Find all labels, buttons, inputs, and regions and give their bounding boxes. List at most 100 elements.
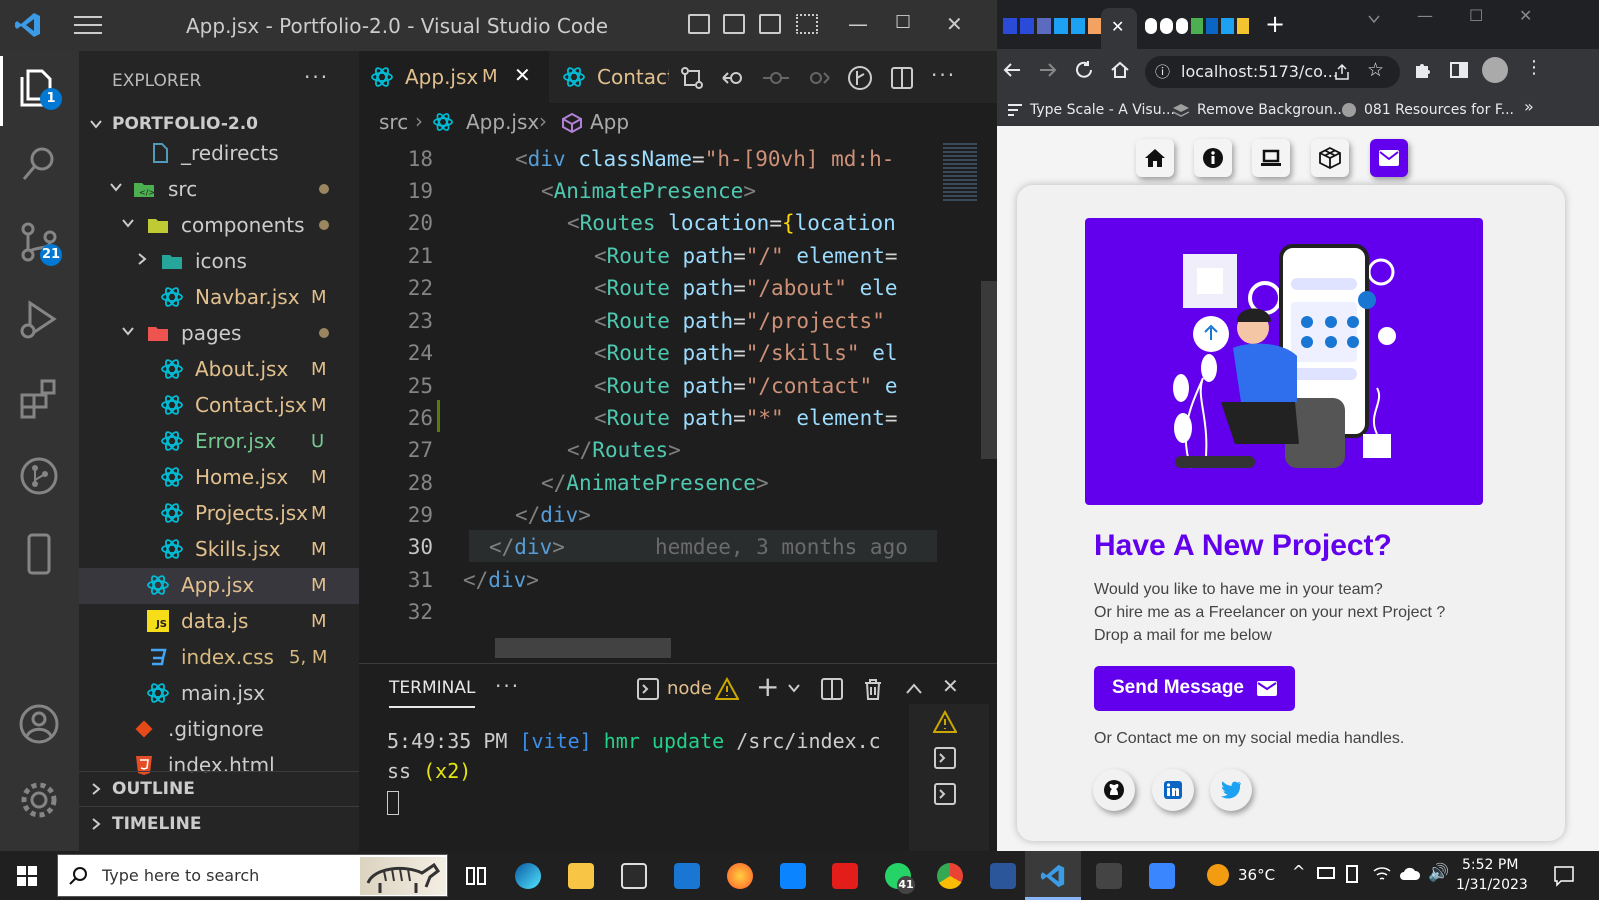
terminal-icon[interactable] <box>933 746 957 770</box>
tree-item-error[interactable]: Error.jsx U <box>79 424 359 460</box>
tab-close-icon[interactable]: ✕ <box>514 63 531 87</box>
breadcrumb-symbol[interactable]: App <box>590 110 629 134</box>
toggle-panel-icon[interactable] <box>723 14 745 34</box>
photos-icon[interactable] <box>1149 863 1175 889</box>
toggle-sidebar-icon[interactable] <box>688 14 710 34</box>
panel-more-icon[interactable]: ··· <box>495 674 520 698</box>
editor-scrollbar[interactable] <box>981 281 997 459</box>
git-lens-icon[interactable] <box>847 65 873 91</box>
trash-icon[interactable] <box>861 677 885 701</box>
notifications-icon[interactable] <box>1553 865 1575 887</box>
linkedin-link[interactable] <box>1152 769 1194 811</box>
nav-skills-button[interactable] <box>1311 139 1349 177</box>
back-icon[interactable] <box>1001 59 1023 81</box>
word-icon[interactable] <box>990 863 1016 889</box>
tree-item-about[interactable]: About.jsx M <box>79 352 359 388</box>
reload-icon[interactable] <box>1073 59 1095 81</box>
file-explorer-icon[interactable] <box>568 863 594 889</box>
vscode-logo-icon[interactable] <box>14 11 42 39</box>
bookmark-item[interactable]: Remove Backgroun... <box>1172 101 1346 121</box>
tree-item-contact[interactable]: Contact.jsx M <box>79 388 359 424</box>
app-icon[interactable] <box>780 863 806 889</box>
nav-contact-button[interactable] <box>1370 139 1408 177</box>
next-change-icon[interactable] <box>805 65 831 91</box>
profile-avatar[interactable] <box>1482 57 1508 83</box>
run-debug-icon[interactable] <box>16 297 62 343</box>
share-icon[interactable] <box>1333 63 1351 81</box>
background-tabs[interactable] <box>1145 18 1249 40</box>
info-icon[interactable]: ⓘ <box>1155 61 1170 82</box>
address-bar[interactable]: ⓘ localhost:5173/co... ☆ <box>1145 56 1400 88</box>
toggle-secondary-sidebar-icon[interactable] <box>759 14 781 34</box>
tree-item-skills[interactable]: Skills.jsx M <box>79 532 359 568</box>
firefox-icon[interactable] <box>727 863 753 889</box>
vscode-taskbar-button[interactable] <box>1025 851 1081 900</box>
tree-item-index-css[interactable]: index.css 5, M <box>79 640 359 676</box>
more-actions-icon[interactable]: ··· <box>931 63 956 87</box>
split-editor-icon[interactable] <box>889 65 915 91</box>
tree-item-data[interactable]: JS data.js M <box>79 604 359 640</box>
maximize-panel-icon[interactable] <box>904 679 924 699</box>
task-view-icon[interactable] <box>463 863 489 889</box>
pinned-tabs[interactable] <box>1003 18 1103 40</box>
mail-app-icon[interactable] <box>674 863 700 889</box>
chevron-up-icon[interactable]: ^ <box>1292 862 1305 881</box>
open-changes-icon[interactable] <box>679 65 705 91</box>
terminal-icon[interactable] <box>933 782 957 806</box>
settings-gear-icon[interactable] <box>16 777 62 823</box>
active-tab[interactable]: ✕ <box>1101 8 1137 49</box>
timeline-section[interactable]: TIMELINE <box>79 806 359 840</box>
side-panel-icon[interactable] <box>1449 60 1469 80</box>
clock-date[interactable]: 1/31/2023 <box>1456 877 1528 893</box>
chrome-menu-icon[interactable]: ⋮ <box>1525 57 1543 78</box>
tab-close-icon[interactable]: ✕ <box>1111 17 1124 36</box>
tree-item-src[interactable]: </> src <box>79 172 359 208</box>
tree-item-icons[interactable]: icons <box>79 244 359 280</box>
extensions-puzzle-icon[interactable] <box>1413 60 1433 80</box>
terminal-shell-name[interactable]: node <box>667 678 712 699</box>
wps-office-icon[interactable] <box>832 863 858 889</box>
tree-item-main[interactable]: main.jsx <box>79 676 359 712</box>
project-folder[interactable]: PORTFOLIO-2.0 <box>79 109 359 139</box>
close-panel-icon[interactable]: ✕ <box>942 674 959 698</box>
home-icon[interactable] <box>1109 59 1131 81</box>
minimize-icon[interactable]: — <box>1417 6 1433 25</box>
customize-layout-icon[interactable] <box>796 14 818 34</box>
commit-icon[interactable] <box>763 65 789 91</box>
maximize-icon[interactable]: ☐ <box>1469 6 1483 25</box>
tree-item-components[interactable]: components <box>79 208 359 244</box>
bookmark-item[interactable]: 081 Resources for F... <box>1341 101 1521 121</box>
extensions-icon[interactable] <box>16 375 62 421</box>
twitter-link[interactable] <box>1210 769 1252 811</box>
account-icon[interactable] <box>16 701 62 747</box>
code-editor[interactable]: 18 19 20 21 22 23 24 25 26 27 28 29 30 3… <box>359 141 937 661</box>
nav-about-button[interactable] <box>1194 139 1232 177</box>
forward-icon[interactable] <box>1037 59 1059 81</box>
new-terminal-icon[interactable]: + <box>756 670 779 703</box>
tree-item-pages[interactable]: pages <box>79 316 359 352</box>
device-icon[interactable] <box>1346 865 1358 883</box>
hamburger-menu-icon[interactable] <box>74 16 102 34</box>
terminal-output[interactable]: 5:49:35 PM [vite] hmr update /src/index.… <box>387 726 881 816</box>
minimize-icon[interactable]: — <box>848 12 868 36</box>
tree-item-navbar[interactable]: Navbar.jsx M <box>79 280 359 316</box>
github-link[interactable] <box>1093 769 1135 811</box>
battery-icon[interactable] <box>1317 867 1335 879</box>
send-message-button[interactable]: Send Message <box>1094 666 1295 711</box>
search-icon[interactable] <box>16 141 62 187</box>
volume-icon[interactable]: 🔊 <box>1428 863 1449 883</box>
git-graph-icon[interactable] <box>16 453 62 499</box>
breadcrumb-folder[interactable]: src <box>379 110 408 134</box>
nav-projects-button[interactable] <box>1252 139 1290 177</box>
tree-item-gitignore[interactable]: .gitignore <box>79 712 359 748</box>
tab-app-jsx[interactable]: App.jsx M ✕ <box>359 51 549 103</box>
windows-start-icon[interactable] <box>17 866 37 886</box>
clock-time[interactable]: 5:52 PM <box>1462 857 1518 873</box>
weather-icon[interactable] <box>1207 864 1229 886</box>
tab-contact[interactable]: Contact <box>551 51 669 103</box>
close-icon[interactable]: ✕ <box>946 12 963 36</box>
close-icon[interactable]: ✕ <box>1519 6 1532 25</box>
tree-item-home[interactable]: Home.jsx M <box>79 460 359 496</box>
tab-terminal[interactable]: TERMINAL <box>389 678 476 708</box>
horizontal-scrollbar[interactable] <box>495 638 671 658</box>
